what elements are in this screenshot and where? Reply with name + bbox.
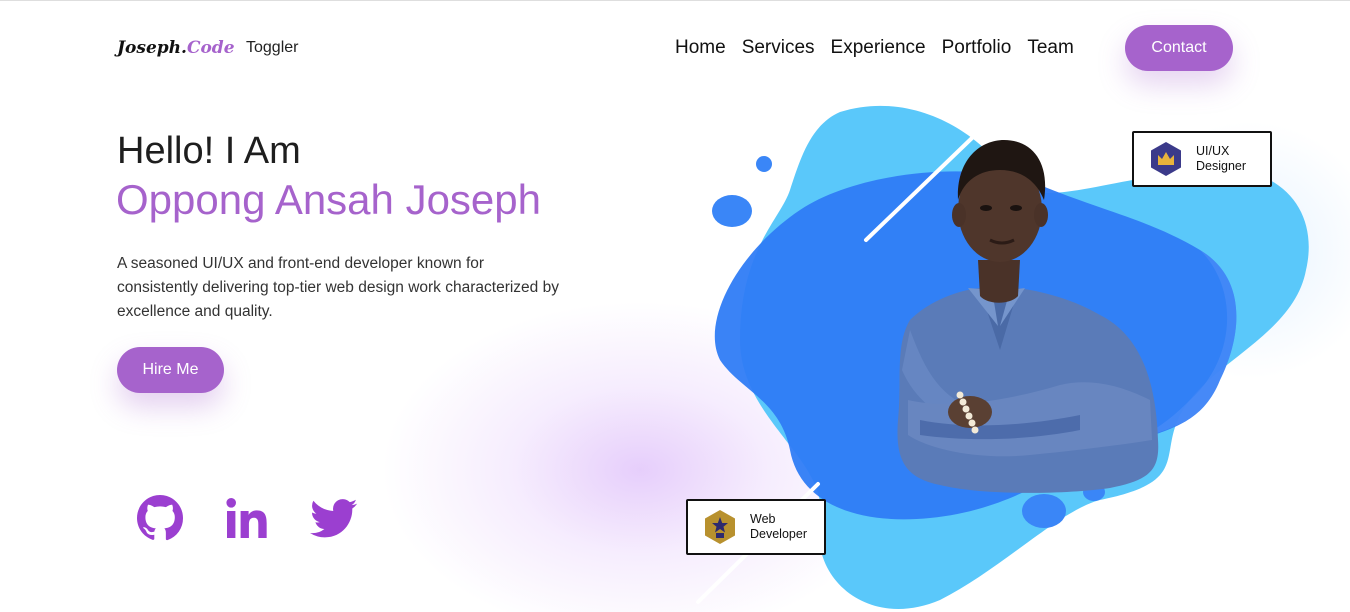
- brand-accent: Code: [186, 38, 235, 58]
- contact-button[interactable]: Contact: [1125, 25, 1233, 71]
- hero-illustration: UI/UX Designer Web Developer: [680, 100, 1320, 612]
- linkedin-icon[interactable]: [222, 494, 270, 542]
- nav-link-home[interactable]: Home: [675, 37, 726, 59]
- uiux-badge-line1: UI/UX: [1196, 144, 1230, 158]
- web-badge-line1: Web: [750, 512, 776, 526]
- brand-main: Joseph.: [117, 38, 187, 58]
- nav-toggler[interactable]: Toggler: [246, 39, 298, 57]
- nav-link-experience[interactable]: Experience: [831, 37, 926, 59]
- twitter-icon[interactable]: [310, 494, 358, 542]
- hero-name: Oppong Ansah Joseph: [116, 176, 542, 223]
- star-person-icon: [705, 510, 735, 544]
- github-icon[interactable]: [136, 494, 184, 542]
- hero-description: A seasoned UI/UX and front-end developer…: [117, 255, 559, 320]
- nav-link-team[interactable]: Team: [1027, 37, 1073, 59]
- crown-icon: [1151, 142, 1181, 176]
- hero-greeting: Hello! I Am: [117, 130, 301, 172]
- nav-link-services[interactable]: Services: [742, 37, 815, 59]
- brand-logo[interactable]: Joseph.Code: [117, 38, 235, 58]
- uiux-designer-badge: UI/UX Designer: [1132, 131, 1272, 187]
- main-nav: Home Services Experience Portfolio Team: [675, 37, 1090, 59]
- web-badge-line2: Developer: [750, 527, 807, 541]
- hire-me-button[interactable]: Hire Me: [117, 347, 224, 393]
- uiux-badge-text: UI/UX Designer: [1196, 144, 1246, 174]
- top-border: [0, 0, 1350, 1]
- web-developer-badge: Web Developer: [686, 499, 826, 555]
- nav-link-portfolio[interactable]: Portfolio: [942, 37, 1012, 59]
- web-badge-text: Web Developer: [750, 512, 807, 542]
- uiux-badge-line2: Designer: [1196, 159, 1247, 173]
